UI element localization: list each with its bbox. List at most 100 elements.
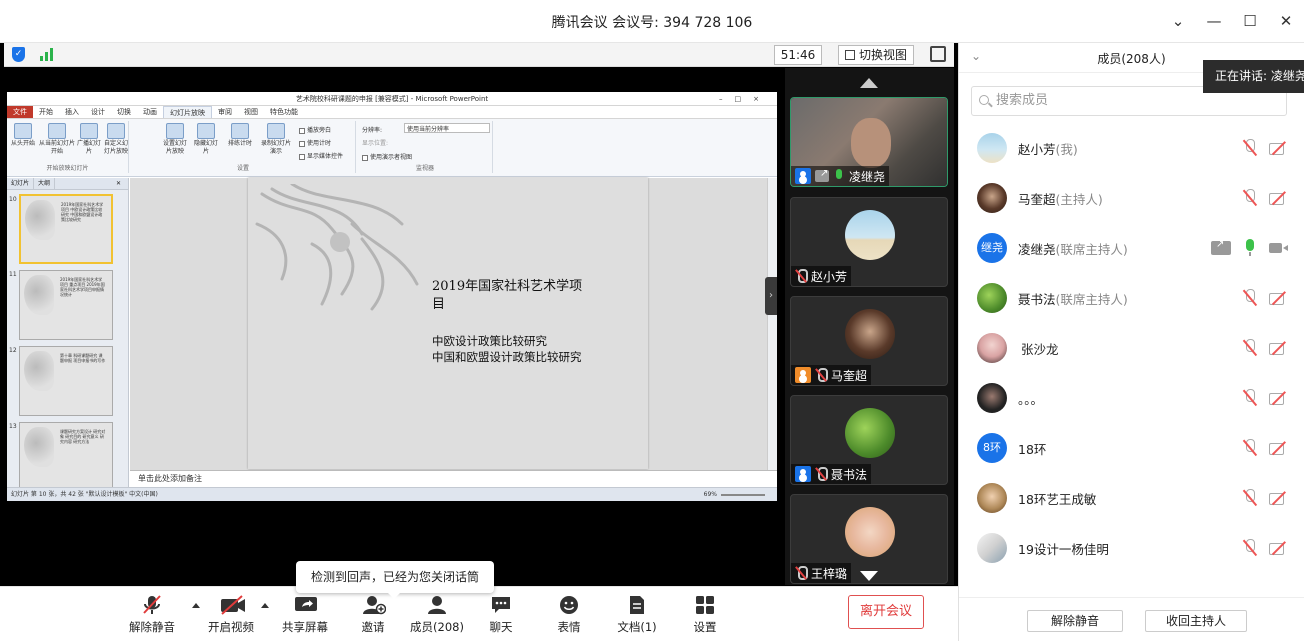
scroll-up-icon[interactable] bbox=[860, 78, 878, 88]
members-button[interactable]: 成员(208) bbox=[405, 595, 469, 635]
ribbon-presenter-view-check[interactable]: 使用演示者视图 bbox=[362, 152, 412, 161]
slide-thumbnail[interactable]: 第十章 科研课题研究 课题申报 项目申报书的写作 bbox=[19, 346, 113, 416]
screen-share-icon bbox=[815, 168, 829, 182]
camera-off-icon[interactable] bbox=[1269, 341, 1289, 355]
member-row[interactable]: 18环艺王成敏 bbox=[959, 473, 1304, 523]
camera-icon[interactable] bbox=[1269, 241, 1289, 255]
member-status-icons bbox=[1243, 389, 1289, 407]
ribbon-setup-show-button[interactable]: 设置幻灯片放映 bbox=[161, 123, 189, 156]
scroll-down-icon[interactable] bbox=[860, 571, 878, 581]
collapse-icon[interactable]: ⌄ bbox=[1170, 12, 1186, 30]
ppt-tab-design[interactable]: 设计 bbox=[85, 106, 111, 118]
camera-off-icon[interactable] bbox=[1269, 191, 1289, 205]
fullscreen-icon[interactable] bbox=[930, 46, 946, 62]
ppt-notes-pane[interactable]: 单击此处添加备注 bbox=[130, 470, 777, 487]
slide-thumbnail[interactable]: 2019年国家社科艺术学项目 中欧设计政策比较研究 中国和欧盟设计政策比较研究 bbox=[19, 194, 113, 264]
minimize-button[interactable]: — bbox=[1206, 12, 1222, 30]
video-tile[interactable]: 马奎超 bbox=[790, 296, 948, 386]
close-button[interactable]: ✕ bbox=[1278, 12, 1294, 30]
ppt-panel-tab-slides[interactable]: 幻灯片 bbox=[7, 178, 35, 189]
mic-off-icon[interactable] bbox=[1243, 289, 1257, 307]
unmute-all-button[interactable]: 解除静音 bbox=[1027, 610, 1123, 632]
slide-thumbnail[interactable]: 2019年国家社科艺术学项目 重点项目 2019年国家社科艺术学项目申报情况统计 bbox=[19, 270, 113, 340]
close-icon[interactable]: ✕ bbox=[112, 178, 125, 190]
settings-button[interactable]: 设置 bbox=[673, 595, 737, 635]
member-row[interactable]: 继尧 凌继尧(联席主持人) bbox=[959, 223, 1304, 273]
camera-off-icon[interactable] bbox=[1269, 291, 1289, 305]
unmute-button[interactable]: 解除静音 bbox=[120, 595, 184, 635]
ribbon-rehearse-button[interactable]: 排练计时 bbox=[223, 123, 257, 148]
title-bar: 腾讯会议 会议号: 394 728 106 ⌄ — ☐ ✕ bbox=[0, 0, 1304, 43]
ppt-tab-insert[interactable]: 插入 bbox=[59, 106, 85, 118]
security-shield-icon[interactable]: ✓ bbox=[12, 47, 25, 62]
leave-meeting-button[interactable]: 离开会议 bbox=[848, 595, 924, 629]
member-status-icons bbox=[1243, 489, 1289, 507]
slide-title[interactable]: 2019年国家社科艺术学项目 bbox=[432, 278, 592, 314]
ribbon-media-controls-check[interactable]: 显示媒体控件 bbox=[299, 151, 343, 160]
ppt-tab-features[interactable]: 特色功能 bbox=[264, 106, 304, 118]
ribbon-group-start: 从头开始 从当前幻灯片开始 广播幻灯片 自定义幻灯片放映 开始放映幻灯片 bbox=[7, 121, 129, 173]
ppt-scrollbar[interactable] bbox=[767, 178, 777, 470]
reactions-button[interactable]: 表情 bbox=[537, 595, 601, 635]
ppt-title: 艺术院校科研课题的申报 [兼容模式] - Microsoft PowerPoin… bbox=[295, 95, 489, 103]
tile-label: 赵小芳 bbox=[791, 266, 852, 286]
member-row[interactable]: 赵小芳(我) bbox=[959, 123, 1304, 173]
ppt-tab-review[interactable]: 审阅 bbox=[212, 106, 238, 118]
camera-off-icon[interactable] bbox=[1269, 491, 1289, 505]
invite-button[interactable]: 邀请 bbox=[341, 595, 405, 635]
reclaim-host-button[interactable]: 收回主持人 bbox=[1145, 610, 1247, 632]
mic-off-icon[interactable] bbox=[1243, 189, 1257, 207]
mic-off-icon[interactable] bbox=[1243, 389, 1257, 407]
member-row[interactable]: 张沙龙 bbox=[959, 323, 1304, 373]
video-tile[interactable]: 聂书法 bbox=[790, 395, 948, 485]
ribbon-narration-check[interactable]: 播放旁白 bbox=[299, 125, 331, 134]
switch-view-button[interactable]: 切换视图 bbox=[838, 45, 915, 65]
ribbon-timings-check[interactable]: 使用计时 bbox=[299, 138, 331, 147]
collapse-video-strip-button[interactable]: › bbox=[765, 277, 777, 315]
video-tile[interactable]: 赵小芳 bbox=[790, 197, 948, 287]
ribbon-custom-show-button[interactable]: 自定义幻灯片放映 bbox=[103, 123, 129, 156]
ribbon-hide-slide-button[interactable]: 隐藏幻灯片 bbox=[193, 123, 219, 156]
ribbon-broadcast-button[interactable]: 广播幻灯片 bbox=[77, 123, 101, 156]
mic-off-icon[interactable] bbox=[1243, 539, 1257, 557]
ribbon-record-button[interactable]: 录制幻灯片演示 bbox=[259, 123, 293, 156]
start-video-button[interactable]: 开启视频 bbox=[199, 595, 263, 635]
slide-body[interactable]: 中欧设计政策比较研究 中国和欧盟设计政策比较研究 bbox=[432, 333, 602, 365]
share-screen-button[interactable]: 共享屏幕 bbox=[273, 595, 337, 635]
maximize-button[interactable]: ☐ bbox=[1242, 12, 1258, 30]
ppt-tab-home[interactable]: 开始 bbox=[33, 106, 59, 118]
ribbon-from-beginning-button[interactable]: 从头开始 bbox=[9, 123, 37, 148]
member-row[interactable]: 8环 18环 bbox=[959, 423, 1304, 473]
camera-off-icon[interactable] bbox=[1269, 391, 1289, 405]
camera-off-icon[interactable] bbox=[1269, 141, 1289, 155]
ppt-zoom-slider[interactable] bbox=[721, 494, 765, 496]
mic-off-icon[interactable] bbox=[1243, 439, 1257, 457]
ppt-tab-file[interactable]: 文件 bbox=[7, 106, 33, 118]
mic-off-icon[interactable] bbox=[1243, 339, 1257, 357]
ppt-tab-animations[interactable]: 动画 bbox=[137, 106, 163, 118]
ppt-panel-tab-outline[interactable]: 大纲 bbox=[34, 178, 56, 189]
mic-on-icon[interactable] bbox=[1243, 239, 1257, 257]
video-tile[interactable]: 凌继尧 bbox=[790, 97, 948, 187]
chat-button[interactable]: 聊天 bbox=[469, 595, 533, 635]
video-options-caret[interactable] bbox=[261, 603, 269, 608]
ppt-tab-slideshow[interactable]: 幻灯片放映 bbox=[163, 106, 212, 118]
ribbon-from-current-button[interactable]: 从当前幻灯片开始 bbox=[39, 123, 75, 156]
ppt-tab-transitions[interactable]: 切换 bbox=[111, 106, 137, 118]
ppt-tab-view[interactable]: 视图 bbox=[238, 106, 264, 118]
camera-off-icon[interactable] bbox=[1269, 441, 1289, 455]
current-slide[interactable]: 2019年国家社科艺术学项目 中欧设计政策比较研究 中国和欧盟设计政策比较研究 bbox=[248, 178, 648, 469]
member-row[interactable]: 马奎超(主持人) bbox=[959, 173, 1304, 223]
ribbon-resolution-select[interactable]: 使用当前分辨率 bbox=[404, 123, 490, 133]
camera-off-icon[interactable] bbox=[1269, 541, 1289, 555]
slide-thumbnail[interactable]: 课题研究方案设计 研究对象 研究目的 研究意义 研究内容 研究方法 bbox=[19, 422, 113, 492]
member-row[interactable]: 19设计一杨佳明 bbox=[959, 523, 1304, 573]
avatar bbox=[977, 483, 1007, 513]
documents-button[interactable]: 文档(1) bbox=[605, 595, 669, 635]
ppt-zoom-level[interactable]: 69% bbox=[704, 488, 717, 501]
signal-strength-icon[interactable] bbox=[40, 48, 53, 61]
mic-off-icon[interactable] bbox=[1243, 139, 1257, 157]
mic-off-icon[interactable] bbox=[1243, 489, 1257, 507]
member-row[interactable]: 。。。 bbox=[959, 373, 1304, 423]
member-row[interactable]: 聂书法(联席主持人) bbox=[959, 273, 1304, 323]
